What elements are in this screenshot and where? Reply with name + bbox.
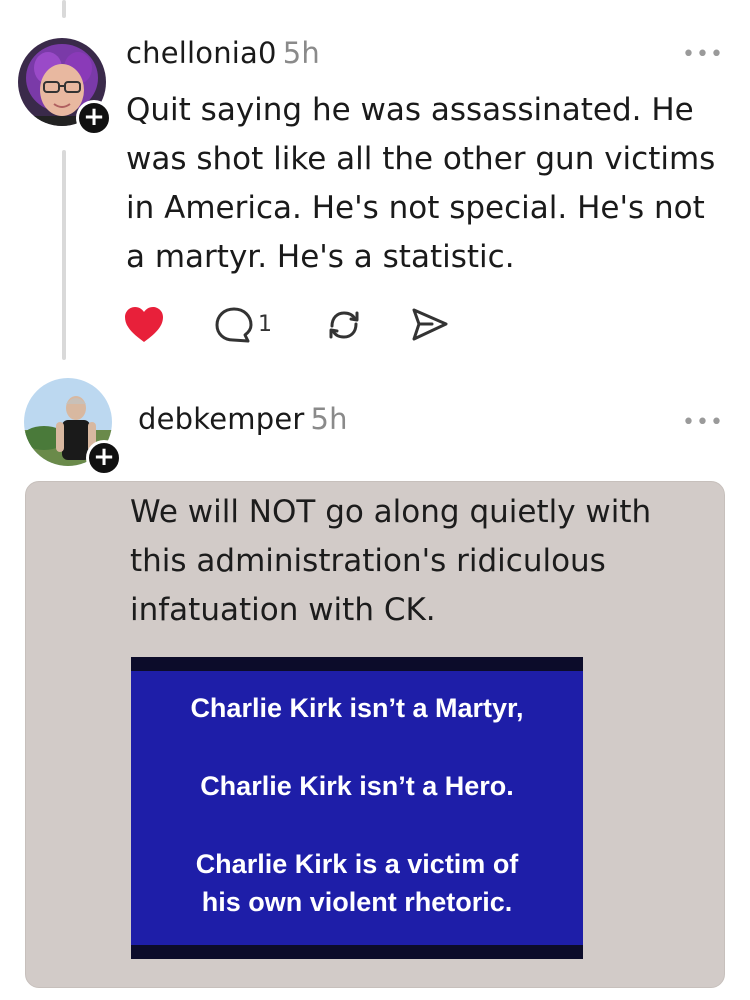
blue-text-box: Charlie Kirk isn’t a Martyr, Charlie Kir… [131,657,583,959]
timestamp: 5h [310,402,348,436]
more-options-icon[interactable]: ••• [682,410,724,435]
thread-line-top [62,0,66,18]
repost-icon[interactable] [324,306,364,344]
follow-plus-icon[interactable]: + [76,100,112,136]
box-line: Charlie Kirk isn’t a Hero. [200,771,514,801]
post-header: chellonia0 5h [126,36,320,70]
box-line: Charlie Kirk isn’t a Martyr, [190,693,524,723]
reply-icon[interactable] [214,306,254,344]
username[interactable]: debkemper [138,402,304,436]
post-image[interactable]: We will NOT go along quietly with this a… [25,481,725,988]
timestamp: 5h [282,36,320,70]
username[interactable]: chellonia0 [126,36,277,70]
box-line: Charlie Kirk is a victim of [195,849,519,879]
reply-count: 1 [258,312,272,337]
post-header: debkemper 5h [138,402,348,436]
heart-icon[interactable] [124,306,164,344]
more-options-icon[interactable]: ••• [682,42,724,67]
image-caption-text: We will NOT go along quietly with this a… [130,494,652,628]
follow-plus-icon[interactable]: + [86,440,122,476]
post-text: Quit saying he was assassinated. He was … [126,92,716,275]
box-line: his own violent rhetoric. [201,887,513,917]
share-icon[interactable] [410,306,450,344]
thread-line [62,150,66,360]
